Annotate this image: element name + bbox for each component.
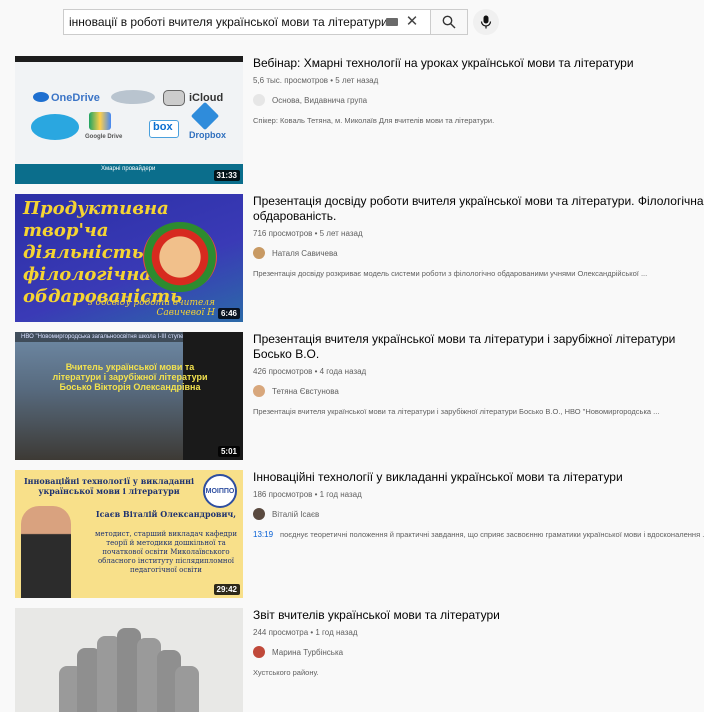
- duration-badge: 5:01: [217, 446, 240, 457]
- result-item[interactable]: OneDrive iCloud Google Drive box Dropbox…: [15, 56, 704, 194]
- channel-name[interactable]: Наталя Савичева: [272, 249, 338, 258]
- video-stats: 5,6 тыс. просмотров • 5 лет назад: [253, 76, 379, 85]
- search-icon: [442, 15, 456, 29]
- video-description: Презентація вчителя української мови та …: [253, 407, 660, 416]
- result-meta: Вебінар: Хмарні технології на уроках укр…: [253, 56, 704, 125]
- result-meta: Звіт вчителів української мови та літера…: [253, 608, 704, 677]
- result-meta: Презентація досвіду роботи вчителя украї…: [253, 194, 704, 278]
- video-thumbnail[interactable]: [15, 608, 243, 712]
- search-button[interactable]: [431, 9, 468, 35]
- speaker-name: Ісаєв Віталій Олександрович,: [95, 509, 237, 519]
- thumb-header: Інноваційні технології у викладанні укра…: [23, 476, 195, 496]
- dropbox-icon: [190, 101, 220, 131]
- result-item[interactable]: НВО "Новомиргородська загальноосвітня шк…: [15, 332, 704, 470]
- video-title[interactable]: Презентація вчителя української мови та …: [253, 332, 704, 362]
- avatar[interactable]: [253, 94, 265, 106]
- channel-row[interactable]: Наталя Савичева: [253, 247, 704, 259]
- result-meta: Інноваційні технології у викладанні укра…: [253, 470, 704, 539]
- thumb-caption: Хмарні провайдери: [101, 166, 156, 172]
- avatar[interactable]: [253, 247, 265, 259]
- video-stats: 426 просмотров • 4 года назад: [253, 367, 367, 376]
- video-title[interactable]: Вебінар: Хмарні технології на уроках укр…: [253, 56, 704, 71]
- thumb-label: Dropbox: [189, 130, 226, 140]
- thumb-tree-shadow: [183, 332, 243, 460]
- cloud-icon: [33, 92, 49, 102]
- video-stats: 186 просмотров • 1 год назад: [253, 490, 362, 499]
- channel-row[interactable]: Основа, Видавнича група: [253, 94, 704, 106]
- duration-badge: 6:46: [217, 308, 240, 319]
- channel-name[interactable]: Віталій Ісаєв: [272, 510, 319, 519]
- avatar[interactable]: [253, 508, 265, 520]
- microphone-icon: [480, 15, 492, 29]
- channel-name[interactable]: Основа, Видавнича група: [272, 96, 367, 105]
- video-title[interactable]: Інноваційні технології у викладанні укра…: [253, 470, 704, 485]
- thumb-subtitle: з досвіду роботи вчителя Савичевої Н: [87, 298, 215, 318]
- video-thumbnail[interactable]: OneDrive iCloud Google Drive box Dropbox…: [15, 56, 243, 184]
- video-thumbnail[interactable]: Продуктивна твор'ча діяльність: філологі…: [15, 194, 243, 322]
- channel-row[interactable]: Марина Турбінська: [253, 646, 704, 658]
- video-thumbnail[interactable]: НВО "Новомиргородська загальноосвітня шк…: [15, 332, 243, 460]
- duration-badge: 31:33: [213, 170, 240, 181]
- result-item[interactable]: Звіт вчителів української мови та літера…: [15, 608, 704, 712]
- channel-name[interactable]: Тетяна Євстунова: [272, 387, 339, 396]
- thumb-title: Продуктивна твор'ча діяльність: філологі…: [23, 198, 183, 307]
- video-description: Презентація досвіду розкриває модель сис…: [253, 269, 648, 278]
- speaker-photo: [21, 506, 71, 598]
- duration-badge: 29:42: [213, 584, 240, 595]
- voice-search-button[interactable]: [473, 9, 499, 35]
- avatar[interactable]: [253, 646, 265, 658]
- video-stats: 244 просмотра • 1 год назад: [253, 628, 358, 637]
- thumb-label: Google Drive: [85, 134, 123, 140]
- close-icon[interactable]: ✕: [404, 14, 420, 30]
- video-description: Хустського району.: [253, 668, 319, 677]
- channel-name[interactable]: Марина Турбінська: [272, 648, 343, 657]
- search-bar: інновації в роботі вчителя української м…: [0, 0, 704, 42]
- search-results: OneDrive iCloud Google Drive box Dropbox…: [15, 56, 704, 712]
- drive-icon: [89, 112, 111, 130]
- person-figure: [175, 666, 199, 712]
- cloud-icon: [31, 114, 79, 140]
- result-meta: Презентація вчителя української мови та …: [253, 332, 704, 416]
- thumb-label: OneDrive: [51, 92, 100, 104]
- video-stats: 716 просмотров • 5 лет назад: [253, 229, 363, 238]
- cloud-icon: [163, 90, 185, 106]
- video-description: Спікер: Коваль Тетяна, м. Миколаїв Для в…: [253, 116, 495, 125]
- cloud-icon: [111, 90, 155, 104]
- thumb-label: box: [153, 121, 173, 133]
- result-item[interactable]: Інноваційні технології у викладанні укра…: [15, 470, 704, 608]
- channel-row[interactable]: Тетяна Євстунова: [253, 385, 704, 397]
- thumb-overlay-text: Вчитель української мови та літератури і…: [52, 362, 208, 392]
- group-photo: [59, 626, 199, 712]
- result-item[interactable]: Продуктивна твор'ча діяльність: філологі…: [15, 194, 704, 332]
- avatar[interactable]: [253, 385, 265, 397]
- speaker-bio: методист, старший викладач кафедри теорі…: [95, 530, 237, 574]
- search-input-box[interactable]: інновації в роботі вчителя української м…: [63, 9, 431, 35]
- video-thumbnail[interactable]: Інноваційні технології у викладанні укра…: [15, 470, 243, 598]
- wreath-image: [143, 222, 217, 292]
- search-input[interactable]: інновації в роботі вчителя української м…: [64, 15, 386, 29]
- description-text: поєднує теоретичні положення й практичні…: [280, 530, 704, 539]
- video-description: 13:19 поєднує теоретичні положення й прак…: [253, 530, 704, 539]
- thumb-bar: [15, 56, 243, 62]
- chapter-timestamp[interactable]: 13:19: [253, 530, 273, 539]
- video-title[interactable]: Звіт вчителів української мови та літера…: [253, 608, 704, 623]
- keyboard-icon[interactable]: [386, 18, 398, 26]
- video-title[interactable]: Презентація досвіду роботи вчителя украї…: [253, 194, 704, 224]
- channel-row[interactable]: Віталій Ісаєв: [253, 508, 704, 520]
- institute-logo: МОІППО: [203, 474, 237, 508]
